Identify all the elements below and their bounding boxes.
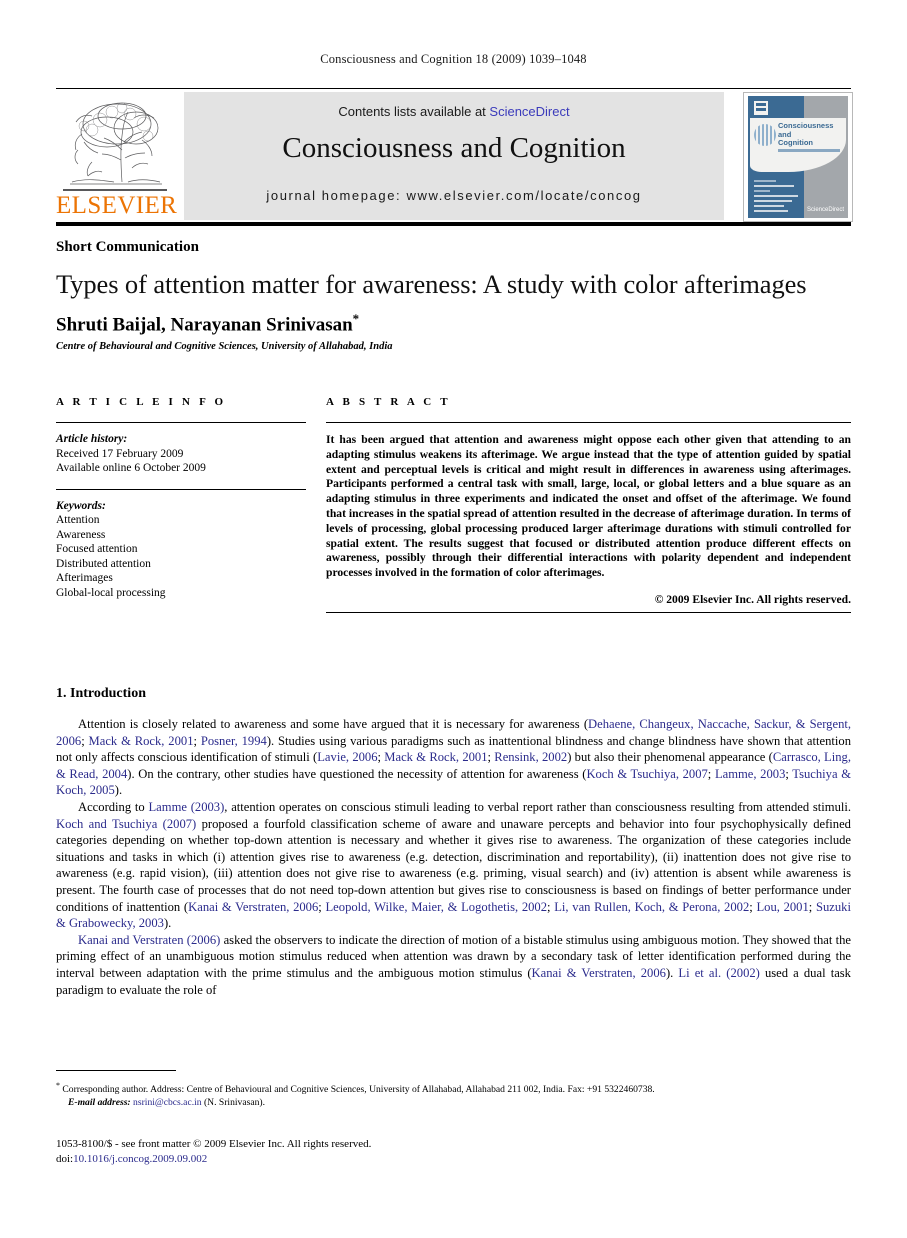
- page-title: Types of attention matter for awareness:…: [56, 269, 807, 299]
- citation-link[interactable]: Lou, 2001: [756, 900, 808, 914]
- body-text-run: ). On the contrary, other studies have q…: [127, 766, 587, 781]
- keyword-item: Global-local processing: [56, 586, 166, 599]
- doi-line: doi:10.1016/j.concog.2009.09.002: [56, 1152, 851, 1167]
- cover-title-line3: Cognition: [778, 138, 813, 147]
- journal-homepage-link[interactable]: journal homepage: www.elsevier.com/locat…: [184, 188, 724, 203]
- cover-title: Consciousness and Cognition: [778, 121, 844, 148]
- abstract-copyright: © 2009 Elsevier Inc. All rights reserved…: [654, 592, 851, 606]
- contents-prefix-text: Contents lists available at: [338, 104, 490, 119]
- doi-label: doi:: [56, 1152, 74, 1165]
- keyword-item: Afterimages: [56, 572, 113, 584]
- keyword-item: Focused attention: [56, 543, 138, 555]
- cover-disc-icon: [754, 124, 776, 146]
- colophon: 1053-8100/$ - see front matter © 2009 El…: [56, 1137, 851, 1166]
- article-history-group: Article history: Received 17 February 20…: [56, 432, 306, 476]
- citation-link[interactable]: Li, van Rullen, Koch, & Perona, 2002: [554, 900, 749, 914]
- section-heading-introduction: 1. Introduction: [56, 686, 146, 701]
- corresponding-author-marker: *: [352, 311, 360, 326]
- citation-link[interactable]: Rensink, 2002: [494, 750, 567, 764]
- citation-link[interactable]: Mack & Rock, 2001: [384, 750, 487, 764]
- email-suffix: (N. Srinivasan).: [203, 1097, 265, 1109]
- citation-link[interactable]: Lavie, 2006: [317, 750, 377, 764]
- cover-editor-lines: [754, 180, 800, 215]
- article-info-column: A R T I C L E I N F O Article history: R…: [56, 396, 306, 600]
- footnote-line-2: E-mail address: nsrini@cbcs.ac.in (N. Sr…: [56, 1096, 851, 1109]
- body-text-run: ;: [707, 766, 715, 781]
- footnote-rule: [56, 1070, 176, 1071]
- body-text-run: ) but also their phenomenal appearance (: [567, 750, 773, 765]
- citation-link[interactable]: Kanai & Verstraten, 2006: [532, 966, 666, 980]
- journal-cover-thumbnail[interactable]: Consciousness and Cognition ScienceDirec…: [743, 92, 853, 222]
- email-link[interactable]: nsrini@cbcs.ac.in: [133, 1097, 202, 1108]
- abstract-bottom-rule: [326, 611, 851, 613]
- article-info-separator: [56, 488, 306, 490]
- footnote-line-1: * Corresponding author. Address: Centre …: [56, 1079, 851, 1096]
- doi-link[interactable]: 10.1016/j.concog.2009.09.002: [73, 1153, 207, 1165]
- abstract-heading: A B S T R A C T: [326, 396, 451, 408]
- issn-front-matter: 1053-8100/$ - see front matter © 2009 El…: [56, 1138, 372, 1150]
- body-text-run: ).: [665, 965, 679, 980]
- citation-link[interactable]: Leopold, Wilke, Maier, & Logothetis, 200…: [325, 900, 547, 914]
- body-text-run: ).: [114, 783, 123, 798]
- article-info-heading: A R T I C L E I N F O: [56, 396, 227, 408]
- paper-page: Consciousness and Cognition 18 (2009) 10…: [0, 0, 907, 1238]
- body-paragraph: According to Lamme (2003), attention ope…: [56, 799, 851, 932]
- abstract-rule: [326, 422, 851, 423]
- keyword-item: Attention: [56, 514, 100, 526]
- author-list: Shruti Baijal, Narayanan Srinivasan*: [56, 311, 856, 336]
- article-history-online: Available online 6 October 2009: [56, 462, 206, 474]
- masthead-top-rule: [56, 88, 851, 89]
- article-type: Short Communication: [56, 239, 199, 255]
- cover-brand: ScienceDirect: [806, 207, 844, 213]
- citation-link[interactable]: Posner, 1994: [201, 734, 267, 748]
- footnote-marker: *: [56, 1081, 60, 1090]
- masthead-bottom-rule: [56, 222, 851, 226]
- body-text-run: According to: [78, 799, 149, 814]
- citation-link[interactable]: Lamme (2003): [148, 800, 224, 814]
- body-text-run: , attention operates on conscious stimul…: [224, 799, 852, 814]
- citation-link[interactable]: Kanai & Verstraten, 2006: [188, 900, 318, 914]
- abstract-text: It has been argued that attention and aw…: [326, 433, 851, 580]
- body-paragraph: Attention is closely related to awarenes…: [56, 716, 851, 799]
- citation-link[interactable]: Mack & Rock, 2001: [89, 734, 194, 748]
- journal-cover-art: Consciousness and Cognition ScienceDirec…: [748, 96, 848, 218]
- body-text-run: ;: [81, 733, 89, 748]
- elsevier-logo-underline: [63, 189, 167, 191]
- cover-subtitle-bar: [778, 149, 840, 152]
- body-text: Attention is closely related to awarenes…: [56, 716, 851, 998]
- elsevier-tree-icon: [70, 102, 162, 185]
- contents-available-line: Contents lists available at ScienceDirec…: [184, 104, 724, 119]
- sciencedirect-banner: Contents lists available at ScienceDirec…: [184, 92, 724, 220]
- journal-masthead: ELSEVIER Contents lists available at Sci…: [56, 92, 853, 222]
- citation-link[interactable]: Kanai and Verstraten (2006): [78, 933, 220, 947]
- sciencedirect-link[interactable]: ScienceDirect: [489, 104, 569, 119]
- elsevier-wordmark: ELSEVIER: [56, 192, 178, 219]
- citation-link[interactable]: Lamme, 2003: [715, 767, 785, 781]
- elsevier-logo: ELSEVIER: [56, 92, 178, 220]
- abstract-column: A B S T R A C T It has been argued that …: [326, 396, 851, 613]
- body-paragraph: Kanai and Verstraten (2006) asked the ob…: [56, 932, 851, 998]
- author-names: Shruti Baijal, Narayanan Srinivasan: [56, 314, 353, 336]
- article-history-label: Article history:: [56, 433, 128, 445]
- body-text-run: ;: [808, 899, 816, 914]
- keywords-group: Keywords: Attention Awareness Focused at…: [56, 499, 306, 601]
- body-text-run: ).: [163, 916, 172, 931]
- keywords-label: Keywords:: [56, 499, 106, 512]
- citation-link[interactable]: Li et al. (2002): [678, 966, 759, 980]
- keyword-item: Awareness: [56, 528, 106, 541]
- article-history-received: Received 17 February 2009: [56, 447, 184, 460]
- journal-title: Consciousness and Cognition: [282, 132, 626, 164]
- citation-link[interactable]: Koch and Tsuchiya (2007): [56, 817, 196, 831]
- email-label: E-mail address:: [68, 1097, 131, 1109]
- cover-elsevier-mark-icon: [754, 101, 768, 115]
- keyword-item: Distributed attention: [56, 557, 151, 570]
- article-info-rule: [56, 422, 306, 423]
- body-text-run: ;: [193, 733, 201, 748]
- citation-link[interactable]: Koch & Tsuchiya, 2007: [586, 767, 707, 781]
- affiliation: Centre of Behavioural and Cognitive Scie…: [56, 341, 393, 352]
- body-text-run: Attention is closely related to awarenes…: [78, 717, 589, 731]
- running-head: Consciousness and Cognition 18 (2009) 10…: [320, 52, 587, 66]
- footnote-address: Corresponding author. Address: Centre of…: [62, 1084, 655, 1096]
- footnote: * Corresponding author. Address: Centre …: [56, 1079, 851, 1109]
